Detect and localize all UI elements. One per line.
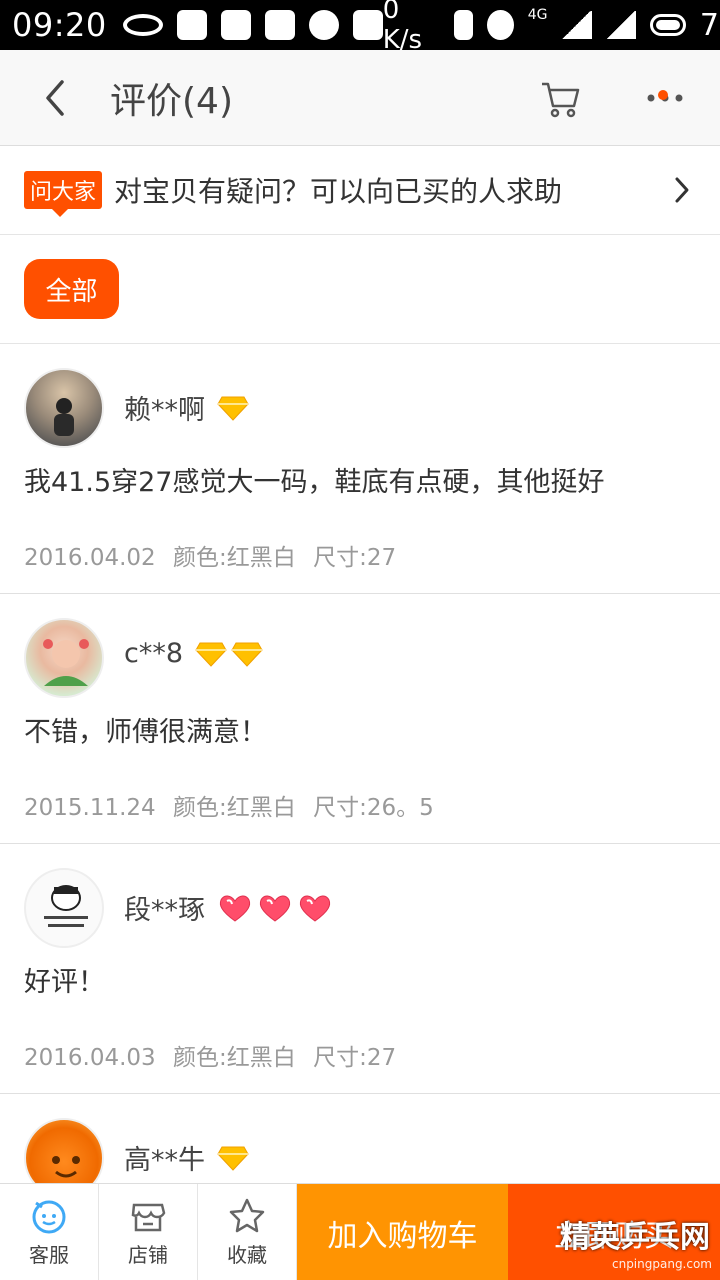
review-item: 赖**啊 我41.5穿27感觉大一码，鞋底有点硬，其他挺好 2016.04.02… xyxy=(0,344,720,594)
diamond-icon xyxy=(217,396,249,421)
signal-icon xyxy=(605,11,636,39)
vibrate-icon xyxy=(453,10,474,40)
username: 赖**啊 xyxy=(124,395,205,426)
review-color: 颜色:红黑白 xyxy=(173,545,296,571)
image-icon xyxy=(264,10,295,40)
alarm-icon xyxy=(487,10,514,40)
favorite-label: 收藏 xyxy=(227,1243,267,1267)
review-color: 颜色:红黑白 xyxy=(173,1045,296,1071)
review-user: c**8 xyxy=(124,638,263,669)
username: c**8 xyxy=(124,638,184,669)
review-size: 尺寸:27 xyxy=(313,1045,397,1071)
customer-service-button[interactable]: 客服 xyxy=(0,1184,99,1280)
battery-level: 71 xyxy=(699,7,720,43)
watermark-logo: 精英乒乓网 xyxy=(560,1220,710,1255)
avatar xyxy=(24,868,104,948)
review-meta: 2016.04.03 颜色:红黑白 尺寸:27 xyxy=(24,1038,396,1072)
ask-everyone-banner[interactable]: 问大家 对宝贝有疑问？可以向已买的人求助 xyxy=(0,146,720,235)
review-meta: 2015.11.24 颜色:红黑白 尺寸:26。5 xyxy=(24,788,434,822)
heart-icon xyxy=(299,895,331,922)
review-meta: 2016.04.02 颜色:红黑白 尺寸:27 xyxy=(24,538,396,572)
net-speed: 0 K/s xyxy=(382,0,423,55)
watermark-text: cnpingpang.com xyxy=(611,1257,712,1271)
page-title: 评价(4) xyxy=(110,80,233,122)
avatar-image xyxy=(43,639,89,686)
avatar xyxy=(24,618,104,698)
review-user: 赖**啊 xyxy=(124,388,249,427)
status-bar: 09:20 0 K/s 4G 71 xyxy=(0,0,720,55)
diamond-icon xyxy=(195,642,227,667)
review-user: 高**牛 xyxy=(124,1138,249,1177)
nav-header: 评价(4) xyxy=(0,50,720,146)
user-level-badges xyxy=(217,1145,249,1171)
heart-icon xyxy=(259,895,291,922)
diamond-icon xyxy=(231,642,263,667)
back-button[interactable] xyxy=(0,50,110,146)
bottom-action-bar: 客服 店铺 收藏 加入购物车 立即购买 精英乒乓网 cnpingpang.com xyxy=(0,1183,720,1280)
avatar xyxy=(24,368,104,448)
battery-icon xyxy=(649,14,686,36)
review-content: 不错，师傅很满意！ xyxy=(24,717,267,748)
cart-button[interactable] xyxy=(538,76,582,120)
app-icon xyxy=(352,10,383,40)
review-size: 尺寸:26。5 xyxy=(313,795,434,821)
signal-icon xyxy=(561,11,592,39)
shop-label: 店铺 xyxy=(128,1243,168,1267)
review-date: 2015.11.24 xyxy=(24,795,156,821)
review-item: c**8 不错，师傅很满意！ 2015.11.24 颜色:红黑白 尺寸:26。5 xyxy=(0,594,720,844)
review-size: 尺寸:27 xyxy=(313,545,397,571)
heart-icon xyxy=(219,895,251,922)
chevron-left-icon xyxy=(46,79,64,116)
status-time: 09:20 xyxy=(12,6,107,44)
status-notification-icons xyxy=(122,10,383,40)
review-user: 段**琢 xyxy=(124,888,333,927)
chevron-right-icon xyxy=(675,177,689,203)
ask-tag: 问大家 xyxy=(24,171,103,217)
avatar-image xyxy=(44,885,88,927)
star-icon xyxy=(229,1198,265,1233)
add-to-cart-button[interactable]: 加入购物车 xyxy=(297,1184,508,1280)
user-level-badges xyxy=(195,641,263,667)
cart-icon xyxy=(542,82,580,118)
review-filter: 全部 xyxy=(0,235,720,344)
review-content: 好评！ xyxy=(24,967,105,998)
diamond-icon xyxy=(217,1146,249,1171)
review-item: 段**琢 好评！ 2016.04.03 颜色:红黑白 尺寸:27 xyxy=(0,844,720,1094)
buy-now-button[interactable]: 立即购买 精英乒乓网 cnpingpang.com xyxy=(508,1184,720,1280)
app-icon xyxy=(308,10,339,40)
username: 高**牛 xyxy=(124,1145,205,1176)
notification-dot xyxy=(658,90,668,100)
user-level-badges xyxy=(217,395,249,421)
status-system-icons: 0 K/s 4G 71 xyxy=(383,0,720,55)
review-date: 2016.04.03 xyxy=(24,1045,156,1071)
user-level-badges xyxy=(217,893,333,923)
review-page: 09:20 0 K/s 4G 71 评价(4) xyxy=(0,0,720,1280)
more-button[interactable] xyxy=(640,76,690,120)
shop-button[interactable]: 店铺 xyxy=(99,1184,198,1280)
customer-service-icon xyxy=(32,1200,66,1234)
review-list: 赖**啊 我41.5穿27感觉大一码，鞋底有点硬，其他挺好 2016.04.02… xyxy=(0,344,720,1280)
loop-icon xyxy=(122,14,163,36)
weibo-icon xyxy=(176,10,207,40)
username: 段**琢 xyxy=(124,895,205,926)
app-icon xyxy=(220,10,251,40)
customer-service-label: 客服 xyxy=(29,1243,69,1267)
avatar-image xyxy=(54,398,74,436)
network-type: 4G xyxy=(527,7,548,23)
shop-icon xyxy=(131,1203,166,1232)
filter-all-chip[interactable]: 全部 xyxy=(24,259,119,319)
review-color: 颜色:红黑白 xyxy=(173,795,296,821)
review-date: 2016.04.02 xyxy=(24,545,156,571)
favorite-button[interactable]: 收藏 xyxy=(198,1184,297,1280)
ask-text: 对宝贝有疑问？可以向已买的人求助 xyxy=(114,175,563,208)
review-content: 我41.5穿27感觉大一码，鞋底有点硬，其他挺好 xyxy=(24,467,605,498)
